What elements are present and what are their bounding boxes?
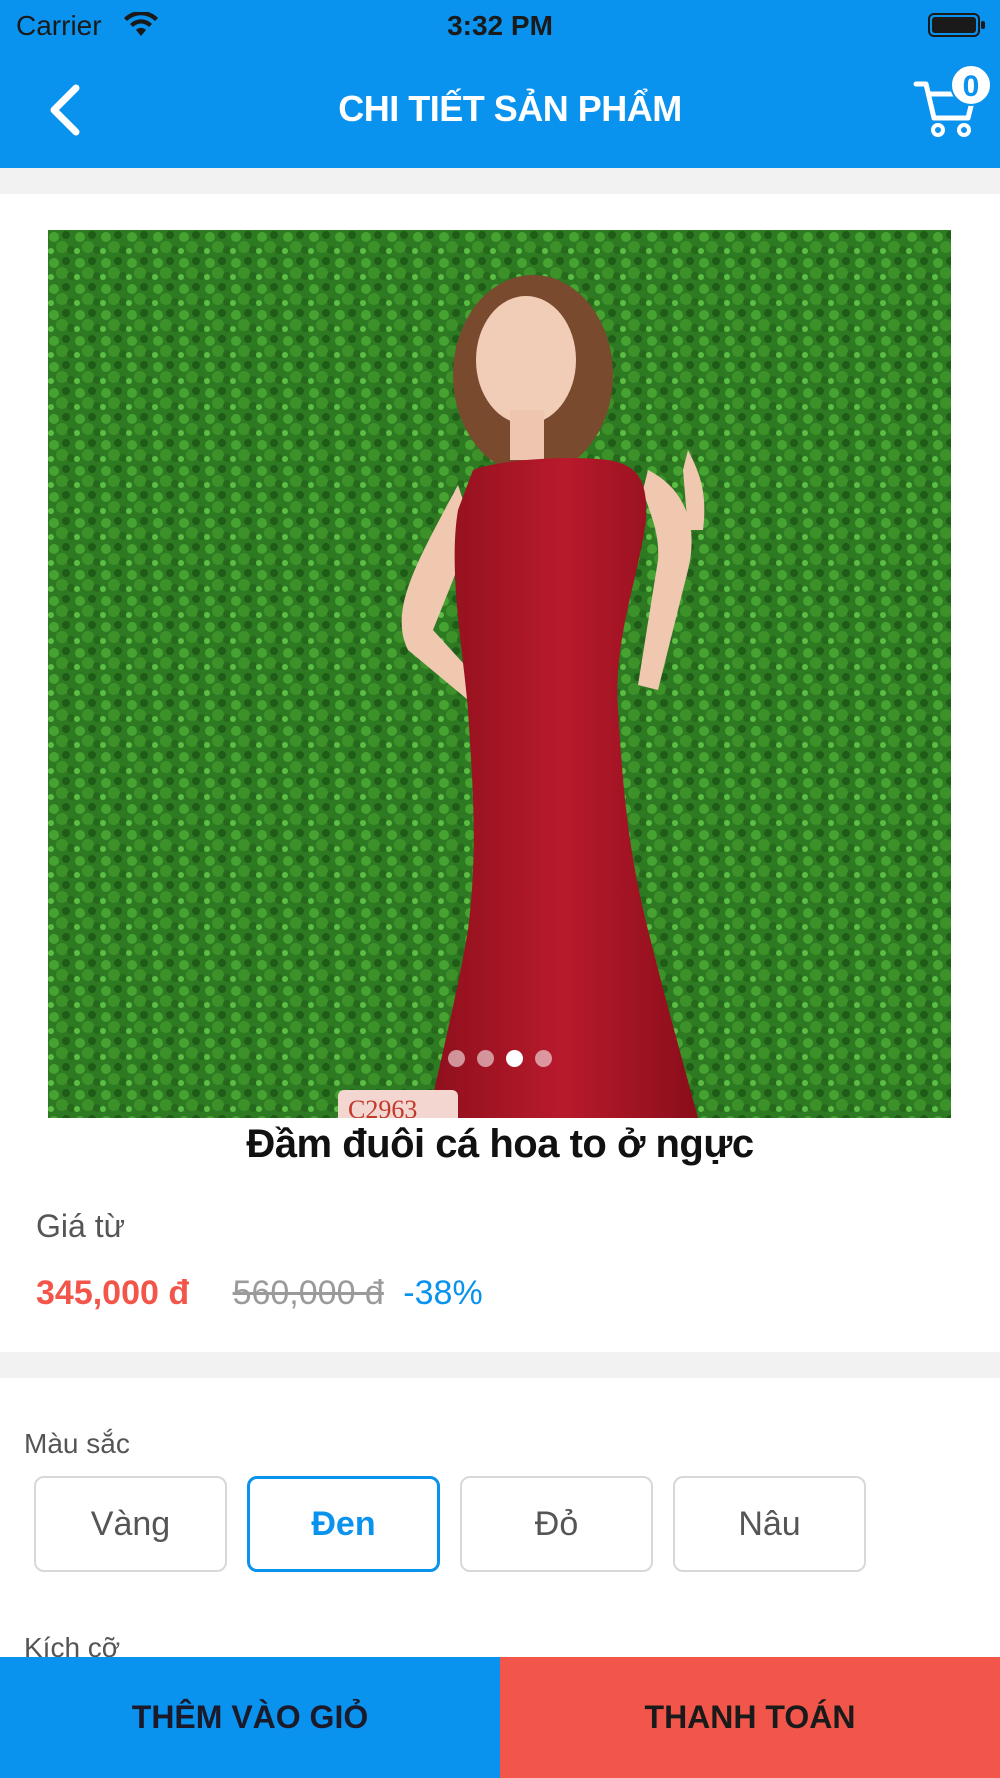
product-name: Đầm đuôi cá hoa to ở ngực: [246, 1122, 754, 1166]
old-price: 560,000 đ: [232, 1274, 384, 1312]
price-label: Giá từ: [36, 1208, 125, 1244]
color-options: Vàng Đen Đỏ Nâu: [34, 1476, 866, 1572]
color-option-do[interactable]: Đỏ: [460, 1476, 653, 1572]
cart-count-badge: 0: [950, 64, 992, 106]
add-to-cart-button[interactable]: THÊM VÀO GIỎ: [0, 1657, 500, 1778]
battery-icon: [928, 13, 985, 37]
product-photo: C2963: [48, 230, 951, 1118]
product-image[interactable]: C2963: [48, 230, 951, 1118]
section-divider: [0, 1352, 1000, 1378]
color-option-den[interactable]: Đen: [247, 1476, 440, 1572]
carousel-dot-active[interactable]: [506, 1050, 523, 1067]
bottom-action-bar: THÊM VÀO GIỎ THANH TOÁN: [0, 1657, 1000, 1778]
header: Carrier 3:32 PM CHI TIẾT SẢN PHẨM 0: [0, 0, 1000, 168]
status-time: 3:32 PM: [447, 10, 553, 41]
color-option-nau[interactable]: Nâu: [673, 1476, 866, 1572]
carousel-indicator[interactable]: [0, 1050, 1000, 1070]
price-row: 345,000 đ 560,000 đ -38%: [36, 1274, 483, 1313]
header-divider: [0, 168, 1000, 194]
carousel-dot[interactable]: [448, 1050, 465, 1067]
discount-badge: -38%: [403, 1274, 483, 1312]
page-title: CHI TIẾT SẢN PHẨM: [338, 88, 682, 129]
chevron-left-icon: [50, 84, 80, 136]
back-button[interactable]: [40, 78, 100, 142]
carousel-dot[interactable]: [477, 1050, 494, 1067]
status-bar: Carrier 3:32 PM: [0, 0, 1000, 50]
checkout-button[interactable]: THANH TOÁN: [500, 1657, 1000, 1778]
current-price: 345,000 đ: [36, 1274, 190, 1312]
color-option-vang[interactable]: Vàng: [34, 1476, 227, 1572]
carousel-dot[interactable]: [535, 1050, 552, 1067]
color-label: Màu sắc: [24, 1428, 130, 1459]
svg-text:C2963: C2963: [348, 1095, 417, 1118]
